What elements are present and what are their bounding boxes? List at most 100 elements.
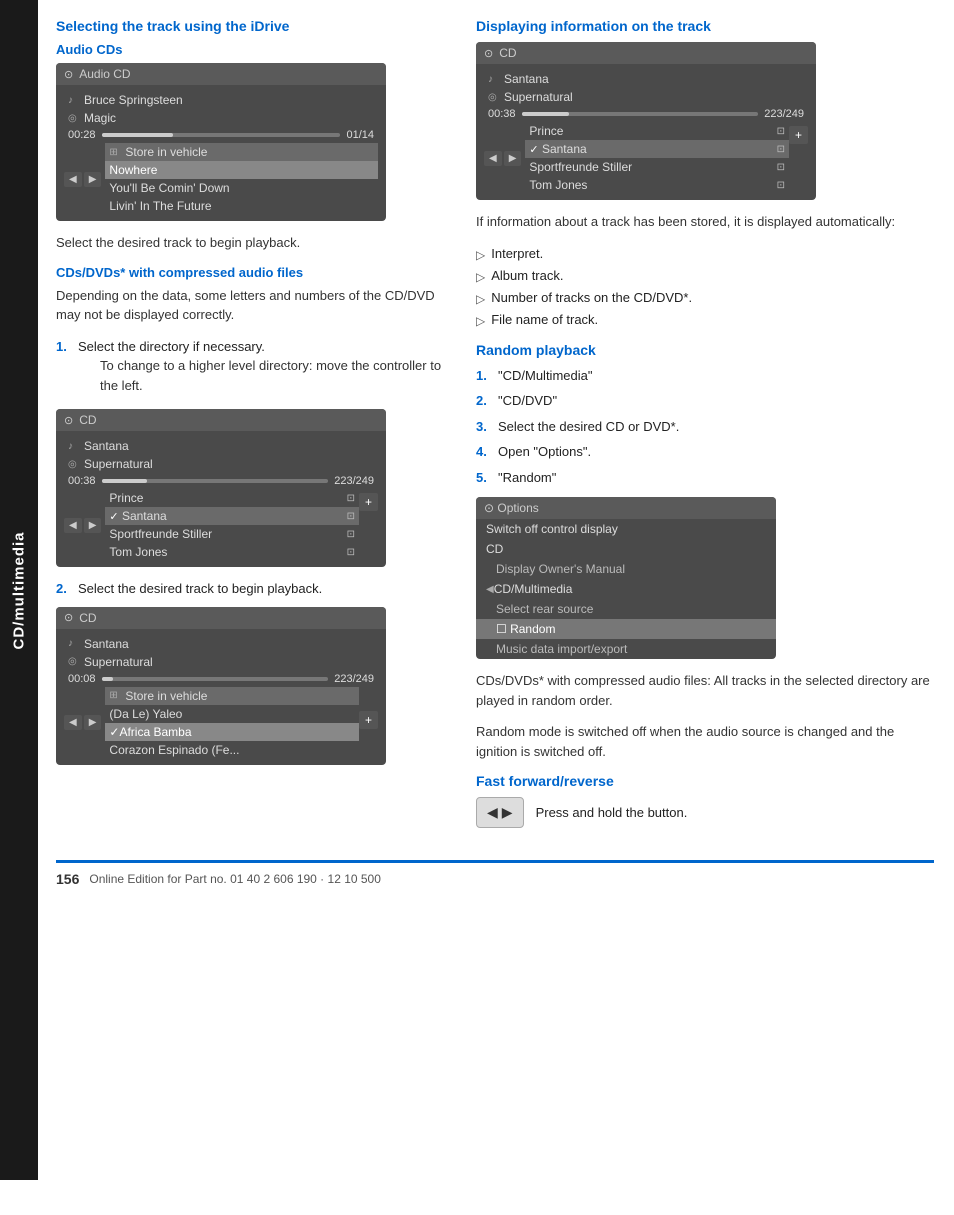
- prince-store-icon: ⊡: [347, 493, 355, 504]
- random-step4: 4. Open "Options".: [476, 442, 934, 462]
- disc-icon3: ◎: [68, 656, 84, 667]
- ff-forward-icon: ▶: [502, 804, 513, 821]
- next-button4[interactable]: ▶: [504, 151, 522, 166]
- prince-row[interactable]: Prince ⊡: [105, 489, 359, 507]
- africa-row[interactable]: ✓ Africa Bamba: [105, 723, 359, 741]
- progress-fill: [102, 133, 174, 137]
- person-icon2: ♪: [68, 441, 84, 452]
- options-row-manual[interactable]: Display Owner's Manual: [476, 559, 776, 579]
- person-icon: ♪: [68, 95, 84, 106]
- para2: Depending on the data, some letters and …: [56, 286, 446, 325]
- prev-button4[interactable]: ◀: [484, 151, 502, 166]
- sport-store-icon: ⊡: [347, 529, 355, 540]
- prev-button3[interactable]: ◀: [64, 715, 82, 730]
- prev-button2[interactable]: ◀: [64, 518, 82, 533]
- cd4-album-row: ◎ Supernatural: [484, 88, 808, 106]
- options-cd-icon: ⊙: [484, 501, 497, 515]
- santana-store-icon: ⊡: [347, 511, 355, 522]
- person-icon4: ♪: [488, 74, 504, 85]
- store-vehicle-row1[interactable]: ⊞ Store in vehicle: [105, 143, 378, 161]
- random-steps-list: 1. "CD/Multimedia" 2. "CD/DVD" 3. Select…: [476, 366, 934, 488]
- livin-future-row[interactable]: Livin' In The Future: [105, 197, 378, 215]
- options-row-switch[interactable]: Switch off control display: [476, 519, 776, 539]
- tom-store-icon: ⊡: [347, 547, 355, 558]
- cd-icon1: ⊙: [64, 68, 73, 81]
- right-column: Displaying information on the track ⊙ CD…: [476, 18, 934, 840]
- arrow-icon4: ▷: [476, 312, 485, 330]
- santana-row2[interactable]: ✓ Santana ⊡: [525, 140, 789, 158]
- cd-artist-row: ♪ Bruce Springsteen: [64, 91, 378, 109]
- person-icon3: ♪: [68, 638, 84, 649]
- plus-button4[interactable]: +: [789, 126, 808, 144]
- options-header: ⊙ Options: [476, 497, 776, 519]
- santana-store-icon2: ⊡: [777, 144, 785, 155]
- tom-store-icon2: ⊡: [777, 180, 785, 191]
- ff-back-icon: ◀: [487, 804, 498, 821]
- left-column: Selecting the track using the iDrive Aud…: [56, 18, 446, 840]
- nav-arrows3: ◀ ▶: [64, 711, 105, 734]
- options-left-arrow: ◀: [486, 584, 494, 595]
- next-button1[interactable]: ▶: [84, 172, 102, 187]
- cd2-progress-row: 00:38 223/249: [64, 473, 378, 489]
- sportfreunde-row[interactable]: Sportfreunde Stiller ⊡: [105, 525, 359, 543]
- progress-fill3: [102, 677, 113, 681]
- options-ui: ⊙ Options Switch off control display CD …: [476, 497, 776, 659]
- options-row-random[interactable]: ☐ Random: [476, 619, 776, 639]
- cd3-album-row: ◎ Supernatural: [64, 653, 378, 671]
- progress-bar4: [522, 112, 759, 116]
- sidebar-label: CD/multimedia: [0, 0, 38, 1180]
- cd-ui1-header: ⊙ Audio CD: [56, 63, 386, 85]
- disc-icon: ◎: [68, 113, 84, 124]
- left-title: Selecting the track using the iDrive: [56, 18, 446, 34]
- prince-store-icon2: ⊡: [777, 126, 785, 137]
- store-vehicle-row3[interactable]: ⊞ Store in vehicle: [105, 687, 359, 705]
- next-button2[interactable]: ▶: [84, 518, 102, 533]
- bullet-item-4: ▷ File name of track.: [476, 310, 934, 330]
- steps-list2: 2. Select the desired track to begin pla…: [56, 579, 446, 599]
- prev-button1[interactable]: ◀: [64, 172, 82, 187]
- nav-arrows1: ◀ ▶: [64, 168, 105, 191]
- plus-button3[interactable]: +: [359, 711, 378, 729]
- yaleo-row[interactable]: (Da Le) Yaleo: [105, 705, 359, 723]
- random-step3: 3. Select the desired CD or DVD*.: [476, 417, 934, 437]
- nowhere-row[interactable]: Nowhere: [105, 161, 378, 179]
- ff-button[interactable]: ◀ ▶: [476, 797, 524, 828]
- para1: Select the desired track to begin playba…: [56, 233, 446, 253]
- cd2-artist-row: ♪ Santana: [64, 437, 378, 455]
- random-step5: 5. "Random": [476, 468, 934, 488]
- bullet-item-3: ▷ Number of tracks on the CD/DVD*.: [476, 288, 934, 308]
- progress-bar3: [102, 677, 329, 681]
- cd-ui4-header: ⊙ CD: [476, 42, 816, 64]
- options-row-cdmm[interactable]: ◀ CD/Multimedia: [476, 579, 776, 599]
- fast-forward-section: ◀ ▶ Press and hold the button.: [476, 797, 934, 828]
- steps-list1: 1. Select the directory if necessary. To…: [56, 337, 446, 404]
- audio-cds-subtitle: Audio CDs: [56, 42, 446, 57]
- arrow-icon2: ▷: [476, 268, 485, 286]
- footer-text: Online Edition for Part no. 01 40 2 606 …: [89, 872, 381, 886]
- cd2-album-row: ◎ Supernatural: [64, 455, 378, 473]
- cd-ui2-header: ⊙ CD: [56, 409, 386, 431]
- plus-button2[interactable]: +: [359, 493, 378, 511]
- ff-text: Press and hold the button.: [536, 805, 688, 820]
- options-row-cd[interactable]: CD: [476, 539, 776, 559]
- cd-ui2: ⊙ CD ♪ Santana ◎ Supernatural 00:38: [56, 409, 386, 567]
- cd4-progress-row: 00:38 223/249: [484, 106, 808, 122]
- sportfreunde-row2[interactable]: Sportfreunde Stiller ⊡: [525, 158, 789, 176]
- prince-row2[interactable]: Prince ⊡: [525, 122, 789, 140]
- tomjones-row2[interactable]: Tom Jones ⊡: [525, 176, 789, 194]
- santana-row[interactable]: ✓ Santana ⊡: [105, 507, 359, 525]
- corazon-row[interactable]: Corazon Espinado (Fe...: [105, 741, 359, 759]
- arrow-icon1: ▷: [476, 246, 485, 264]
- cd-icon2: ⊙: [64, 414, 73, 427]
- options-row-rear[interactable]: Select rear source: [476, 599, 776, 619]
- progress-bar2: [102, 479, 329, 483]
- arrow-icon3: ▷: [476, 290, 485, 308]
- options-row-music[interactable]: Music data import/export: [476, 639, 776, 659]
- nav-arrows2: ◀ ▶: [64, 514, 105, 537]
- comin-down-row[interactable]: You'll Be Comin' Down: [105, 179, 378, 197]
- bullet-item-2: ▷ Album track.: [476, 266, 934, 286]
- sport-store-icon2: ⊡: [777, 162, 785, 173]
- tomjones-row[interactable]: Tom Jones ⊡: [105, 543, 359, 561]
- step2-item: 2. Select the desired track to begin pla…: [56, 579, 446, 599]
- next-button3[interactable]: ▶: [84, 715, 102, 730]
